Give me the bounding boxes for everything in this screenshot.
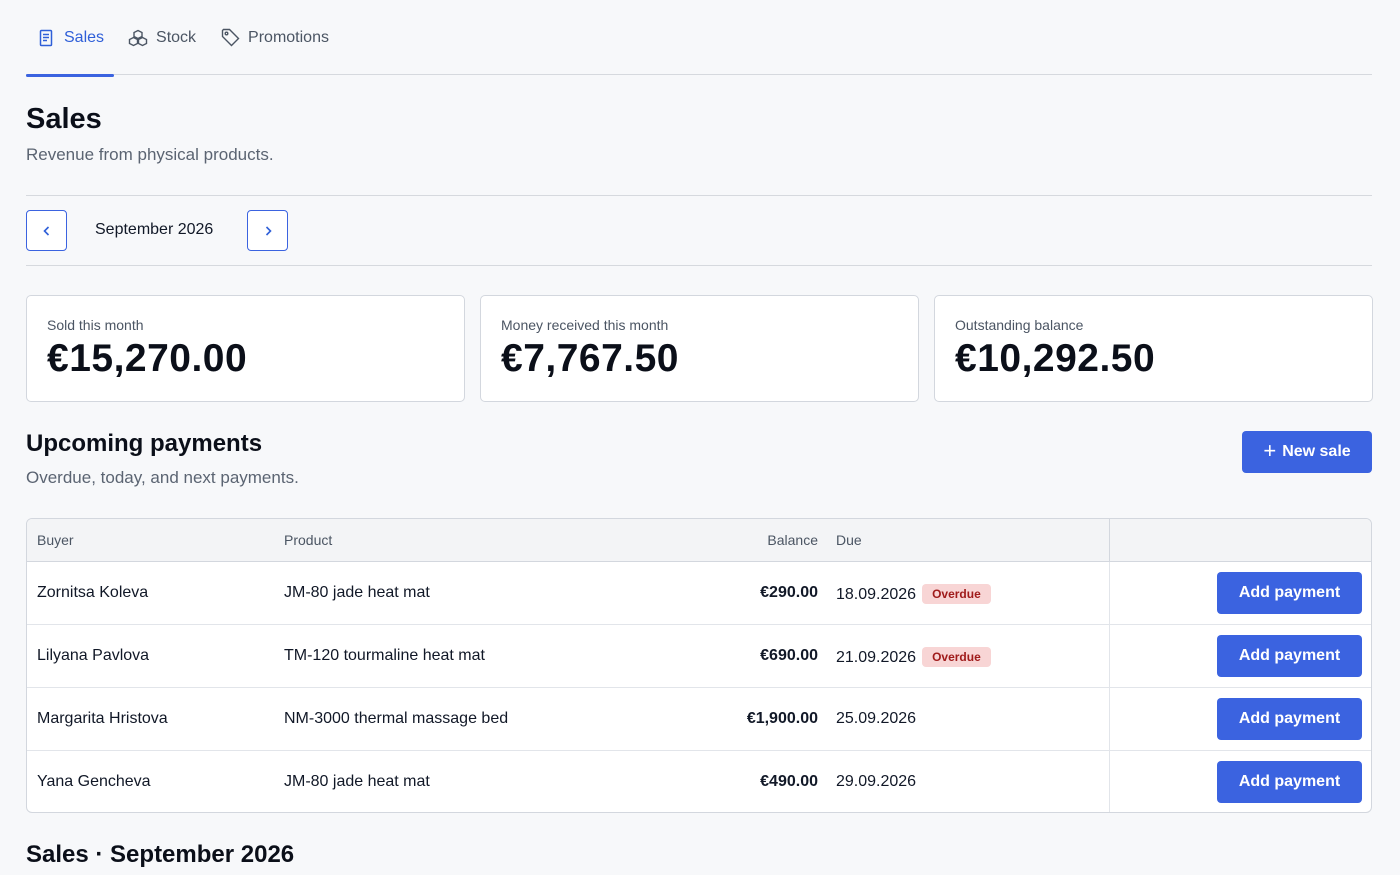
column-divider bbox=[1109, 688, 1110, 750]
next-month-button[interactable] bbox=[247, 210, 288, 251]
column-header-balance: Balance bbox=[767, 532, 818, 548]
sold-this-month-card: Sold this month €15,270.00 bbox=[26, 295, 465, 402]
tab-bar: Sales Stock Promotions bbox=[26, 0, 1372, 77]
previous-month-button[interactable] bbox=[26, 210, 67, 251]
card-value: €10,292.50 bbox=[955, 337, 1156, 380]
due-cell: 21.09.2026 Overdue bbox=[836, 647, 991, 667]
card-value: €15,270.00 bbox=[47, 337, 248, 380]
table-row: Yana Gencheva JM-80 jade heat mat €490.0… bbox=[27, 751, 1371, 812]
column-divider bbox=[1109, 562, 1110, 624]
product-cell: JM-80 jade heat mat bbox=[284, 584, 430, 601]
sales-month-title: Sales · September 2026 bbox=[26, 841, 295, 868]
card-label: Outstanding balance bbox=[955, 317, 1084, 333]
tag-icon bbox=[220, 28, 240, 48]
add-payment-button[interactable]: Add payment bbox=[1217, 635, 1362, 677]
boxes-icon bbox=[128, 28, 148, 48]
column-header-product: Product bbox=[284, 532, 333, 548]
new-sale-button[interactable]: + New sale bbox=[1242, 431, 1372, 473]
receipt-icon bbox=[36, 28, 56, 48]
due-date: 25.09.2026 bbox=[836, 710, 917, 727]
buyer-cell: Zornitsa Koleva bbox=[37, 584, 149, 601]
tab-sales-label: Sales bbox=[64, 28, 105, 46]
card-label: Money received this month bbox=[501, 317, 669, 333]
upcoming-payments-subtitle: Overdue, today, and next payments. bbox=[26, 468, 299, 487]
product-cell: JM-80 jade heat mat bbox=[284, 773, 430, 790]
due-cell: 18.09.2026 Overdue bbox=[836, 584, 991, 604]
buyer-cell: Yana Gencheva bbox=[37, 773, 151, 790]
add-payment-button[interactable]: Add payment bbox=[1217, 572, 1362, 614]
page-title: Sales bbox=[26, 103, 102, 135]
page-subtitle: Revenue from physical products. bbox=[26, 145, 274, 164]
money-received-card: Money received this month €7,767.50 bbox=[480, 295, 919, 402]
chevron-right-icon bbox=[265, 225, 272, 236]
tab-stock-label: Stock bbox=[156, 28, 197, 46]
balance-cell: €490.00 bbox=[760, 773, 818, 790]
summary-cards: Sold this month €15,270.00 Money receive… bbox=[26, 295, 1373, 402]
chevron-left-icon bbox=[42, 225, 49, 236]
balance-cell: €1,900.00 bbox=[746, 710, 818, 727]
due-cell: 25.09.2026 bbox=[836, 710, 916, 728]
upcoming-payments-title: Upcoming payments bbox=[26, 430, 263, 457]
current-month-label: September 2026 bbox=[95, 221, 214, 238]
page: Sales Stock Promotions Sales Revenue fro… bbox=[26, 0, 1373, 868]
due-date: 18.09.2026 bbox=[836, 586, 917, 603]
table-header: Buyer Product Balance Due bbox=[27, 519, 1371, 562]
overdue-badge: Overdue bbox=[922, 647, 991, 667]
overdue-badge: Overdue bbox=[922, 584, 991, 604]
column-header-buyer: Buyer bbox=[37, 532, 74, 548]
column-divider bbox=[1109, 625, 1110, 687]
balance-cell: €290.00 bbox=[760, 584, 818, 601]
table-row: Margarita Hristova NM-3000 thermal massa… bbox=[27, 688, 1371, 751]
tab-promotions[interactable]: Promotions bbox=[210, 0, 339, 75]
due-date: 21.09.2026 bbox=[836, 649, 917, 666]
table-row: Lilyana Pavlova TM-120 tourmaline heat m… bbox=[27, 625, 1371, 688]
product-cell: TM-120 tourmaline heat mat bbox=[284, 647, 485, 664]
upcoming-payments-table: Buyer Product Balance Due Zornitsa Kolev… bbox=[26, 518, 1372, 813]
balance-cell: €690.00 bbox=[760, 647, 818, 664]
tab-sales[interactable]: Sales bbox=[26, 0, 115, 77]
tab-stock[interactable]: Stock bbox=[118, 0, 206, 75]
add-payment-button[interactable]: Add payment bbox=[1217, 698, 1362, 740]
due-cell: 29.09.2026 bbox=[836, 773, 916, 791]
divider bbox=[26, 195, 1372, 196]
add-payment-button[interactable]: Add payment bbox=[1217, 761, 1362, 803]
buyer-cell: Lilyana Pavlova bbox=[37, 647, 150, 664]
outstanding-balance-card: Outstanding balance €10,292.50 bbox=[934, 295, 1373, 402]
divider bbox=[26, 265, 1372, 266]
product-cell: NM-3000 thermal massage bed bbox=[284, 710, 509, 727]
card-value: €7,767.50 bbox=[501, 337, 680, 380]
column-header-due: Due bbox=[836, 532, 862, 548]
column-divider bbox=[1109, 519, 1110, 561]
column-divider bbox=[1109, 751, 1110, 812]
card-label: Sold this month bbox=[47, 317, 144, 333]
new-sale-label: New sale bbox=[1282, 443, 1351, 460]
buyer-cell: Margarita Hristova bbox=[37, 710, 168, 727]
plus-icon: + bbox=[1263, 438, 1277, 463]
table-row: Zornitsa Koleva JM-80 jade heat mat €290… bbox=[27, 562, 1371, 625]
tab-promotions-label: Promotions bbox=[248, 28, 329, 46]
due-date: 29.09.2026 bbox=[836, 773, 917, 790]
